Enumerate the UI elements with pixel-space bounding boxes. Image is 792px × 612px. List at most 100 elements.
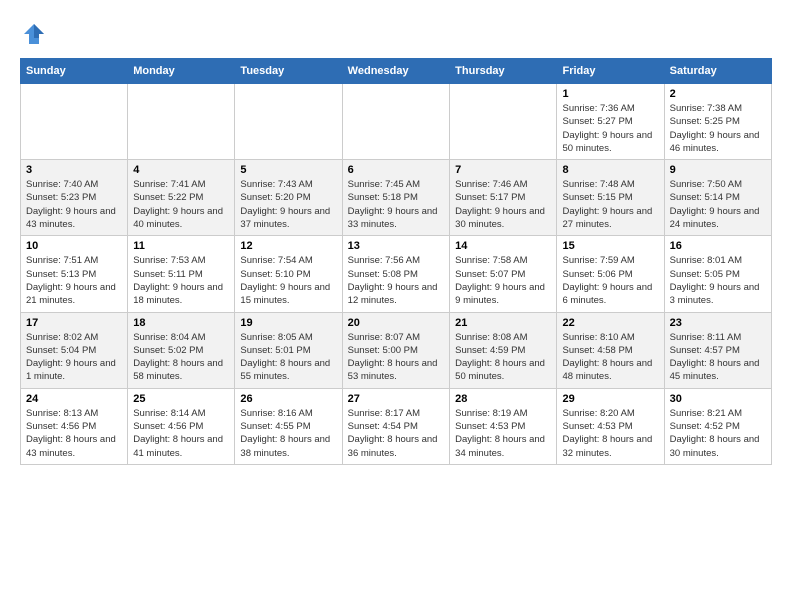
day-number: 14 <box>455 240 551 252</box>
day-number: 6 <box>348 164 444 176</box>
day-number: 13 <box>348 240 444 252</box>
calendar-cell: 13 Sunrise: 7:56 AM Sunset: 5:08 PM Dayli… <box>342 236 449 312</box>
day-number: 30 <box>670 393 766 405</box>
calendar-cell: 12Sunrise: 7:54 AM Sunset: 5:10 PM Dayli… <box>235 236 342 312</box>
day-number: 24 <box>26 393 122 405</box>
day-info: Sunrise: 7:41 AM Sunset: 5:22 PM Dayligh… <box>133 178 229 231</box>
weekday-header-friday: Friday <box>557 59 664 84</box>
day-number: 25 <box>133 393 229 405</box>
day-info: Sunrise: 7:58 AM Sunset: 5:07 PM Dayligh… <box>455 254 551 307</box>
day-info: Sunrise: 8:21 AM Sunset: 4:52 PM Dayligh… <box>670 407 766 460</box>
day-info: Sunrise: 8:20 AM Sunset: 4:53 PM Dayligh… <box>562 407 658 460</box>
calendar: SundayMondayTuesdayWednesdayThursdayFrid… <box>20 58 772 465</box>
calendar-cell: 24 Sunrise: 8:13 AM Sunset: 4:56 PM Dayli… <box>21 388 128 464</box>
day-number: 22 <box>562 317 658 329</box>
weekday-header-thursday: Thursday <box>450 59 557 84</box>
day-number: 9 <box>670 164 766 176</box>
day-info: Sunrise: 8:07 AM Sunset: 5:00 PM Dayligh… <box>348 331 444 384</box>
day-number: 18 <box>133 317 229 329</box>
calendar-cell: 26 Sunrise: 8:16 AM Sunset: 4:55 PM Dayli… <box>235 388 342 464</box>
day-number: 23 <box>670 317 766 329</box>
calendar-cell: 8 Sunrise: 7:48 AM Sunset: 5:15 PM Daylig… <box>557 160 664 236</box>
calendar-cell: 21Sunrise: 8:08 AM Sunset: 4:59 PM Dayli… <box>450 312 557 388</box>
day-info: Sunrise: 7:59 AM Sunset: 5:06 PM Dayligh… <box>562 254 658 307</box>
weekday-header-wednesday: Wednesday <box>342 59 449 84</box>
calendar-cell: 9 Sunrise: 7:50 AM Sunset: 5:14 PM Daylig… <box>664 160 771 236</box>
calendar-cell: 19 Sunrise: 8:05 AM Sunset: 5:01 PM Dayli… <box>235 312 342 388</box>
day-info: Sunrise: 7:50 AM Sunset: 5:14 PM Dayligh… <box>670 178 766 231</box>
calendar-cell: 27Sunrise: 8:17 AM Sunset: 4:54 PM Dayli… <box>342 388 449 464</box>
calendar-cell: 28 Sunrise: 8:19 AM Sunset: 4:53 PM Dayli… <box>450 388 557 464</box>
day-info: Sunrise: 7:53 AM Sunset: 5:11 PM Dayligh… <box>133 254 229 307</box>
day-info: Sunrise: 7:40 AM Sunset: 5:23 PM Dayligh… <box>26 178 122 231</box>
calendar-cell: 22 Sunrise: 8:10 AM Sunset: 4:58 PM Dayli… <box>557 312 664 388</box>
day-number: 20 <box>348 317 444 329</box>
calendar-cell: 1 Sunrise: 7:36 AM Sunset: 5:27 PM Daylig… <box>557 84 664 160</box>
day-number: 16 <box>670 240 766 252</box>
day-info: Sunrise: 7:48 AM Sunset: 5:15 PM Dayligh… <box>562 178 658 231</box>
day-info: Sunrise: 8:11 AM Sunset: 4:57 PM Dayligh… <box>670 331 766 384</box>
day-info: Sunrise: 8:05 AM Sunset: 5:01 PM Dayligh… <box>240 331 336 384</box>
calendar-cell <box>342 84 449 160</box>
day-info: Sunrise: 7:51 AM Sunset: 5:13 PM Dayligh… <box>26 254 122 307</box>
calendar-cell: 11 Sunrise: 7:53 AM Sunset: 5:11 PM Dayli… <box>128 236 235 312</box>
day-number: 1 <box>562 88 658 100</box>
day-info: Sunrise: 8:14 AM Sunset: 4:56 PM Dayligh… <box>133 407 229 460</box>
calendar-row-week-2: 3Sunrise: 7:40 AM Sunset: 5:23 PM Daylig… <box>21 160 772 236</box>
day-info: Sunrise: 7:38 AM Sunset: 5:25 PM Dayligh… <box>670 102 766 155</box>
header <box>20 20 772 48</box>
calendar-cell: 3Sunrise: 7:40 AM Sunset: 5:23 PM Daylig… <box>21 160 128 236</box>
day-number: 8 <box>562 164 658 176</box>
day-info: Sunrise: 8:13 AM Sunset: 4:56 PM Dayligh… <box>26 407 122 460</box>
day-info: Sunrise: 8:16 AM Sunset: 4:55 PM Dayligh… <box>240 407 336 460</box>
day-info: Sunrise: 8:01 AM Sunset: 5:05 PM Dayligh… <box>670 254 766 307</box>
day-number: 15 <box>562 240 658 252</box>
weekday-header-sunday: Sunday <box>21 59 128 84</box>
calendar-cell: 30 Sunrise: 8:21 AM Sunset: 4:52 PM Dayli… <box>664 388 771 464</box>
day-number: 17 <box>26 317 122 329</box>
day-info: Sunrise: 8:19 AM Sunset: 4:53 PM Dayligh… <box>455 407 551 460</box>
calendar-cell: 5 Sunrise: 7:43 AM Sunset: 5:20 PM Daylig… <box>235 160 342 236</box>
calendar-cell: 16 Sunrise: 8:01 AM Sunset: 5:05 PM Dayli… <box>664 236 771 312</box>
day-number: 11 <box>133 240 229 252</box>
day-info: Sunrise: 7:54 AM Sunset: 5:10 PM Dayligh… <box>240 254 336 307</box>
day-info: Sunrise: 8:08 AM Sunset: 4:59 PM Dayligh… <box>455 331 551 384</box>
calendar-cell: 14 Sunrise: 7:58 AM Sunset: 5:07 PM Dayli… <box>450 236 557 312</box>
day-info: Sunrise: 7:56 AM Sunset: 5:08 PM Dayligh… <box>348 254 444 307</box>
weekday-header-monday: Monday <box>128 59 235 84</box>
calendar-cell: 25 Sunrise: 8:14 AM Sunset: 4:56 PM Dayli… <box>128 388 235 464</box>
logo-icon <box>20 20 48 48</box>
calendar-cell: 23 Sunrise: 8:11 AM Sunset: 4:57 PM Dayli… <box>664 312 771 388</box>
day-info: Sunrise: 8:10 AM Sunset: 4:58 PM Dayligh… <box>562 331 658 384</box>
weekday-header-saturday: Saturday <box>664 59 771 84</box>
day-number: 7 <box>455 164 551 176</box>
calendar-cell: 17 Sunrise: 8:02 AM Sunset: 5:04 PM Dayli… <box>21 312 128 388</box>
day-info: Sunrise: 7:36 AM Sunset: 5:27 PM Dayligh… <box>562 102 658 155</box>
day-number: 28 <box>455 393 551 405</box>
calendar-cell <box>21 84 128 160</box>
day-number: 5 <box>240 164 336 176</box>
day-number: 26 <box>240 393 336 405</box>
calendar-cell <box>128 84 235 160</box>
calendar-row-week-1: 1 Sunrise: 7:36 AM Sunset: 5:27 PM Daylig… <box>21 84 772 160</box>
day-number: 10 <box>26 240 122 252</box>
calendar-row-week-5: 24 Sunrise: 8:13 AM Sunset: 4:56 PM Dayli… <box>21 388 772 464</box>
day-number: 29 <box>562 393 658 405</box>
day-number: 19 <box>240 317 336 329</box>
day-info: Sunrise: 7:46 AM Sunset: 5:17 PM Dayligh… <box>455 178 551 231</box>
calendar-cell: 6 Sunrise: 7:45 AM Sunset: 5:18 PM Daylig… <box>342 160 449 236</box>
day-number: 4 <box>133 164 229 176</box>
day-info: Sunrise: 7:45 AM Sunset: 5:18 PM Dayligh… <box>348 178 444 231</box>
weekday-header-row: SundayMondayTuesdayWednesdayThursdayFrid… <box>21 59 772 84</box>
day-info: Sunrise: 7:43 AM Sunset: 5:20 PM Dayligh… <box>240 178 336 231</box>
calendar-cell: 2 Sunrise: 7:38 AM Sunset: 5:25 PM Daylig… <box>664 84 771 160</box>
calendar-cell <box>235 84 342 160</box>
logo <box>20 20 50 48</box>
calendar-cell: 18Sunrise: 8:04 AM Sunset: 5:02 PM Dayli… <box>128 312 235 388</box>
calendar-cell: 20 Sunrise: 8:07 AM Sunset: 5:00 PM Dayli… <box>342 312 449 388</box>
day-info: Sunrise: 8:02 AM Sunset: 5:04 PM Dayligh… <box>26 331 122 384</box>
day-number: 2 <box>670 88 766 100</box>
calendar-row-week-3: 10 Sunrise: 7:51 AM Sunset: 5:13 PM Dayli… <box>21 236 772 312</box>
calendar-cell: 29 Sunrise: 8:20 AM Sunset: 4:53 PM Dayli… <box>557 388 664 464</box>
weekday-header-tuesday: Tuesday <box>235 59 342 84</box>
